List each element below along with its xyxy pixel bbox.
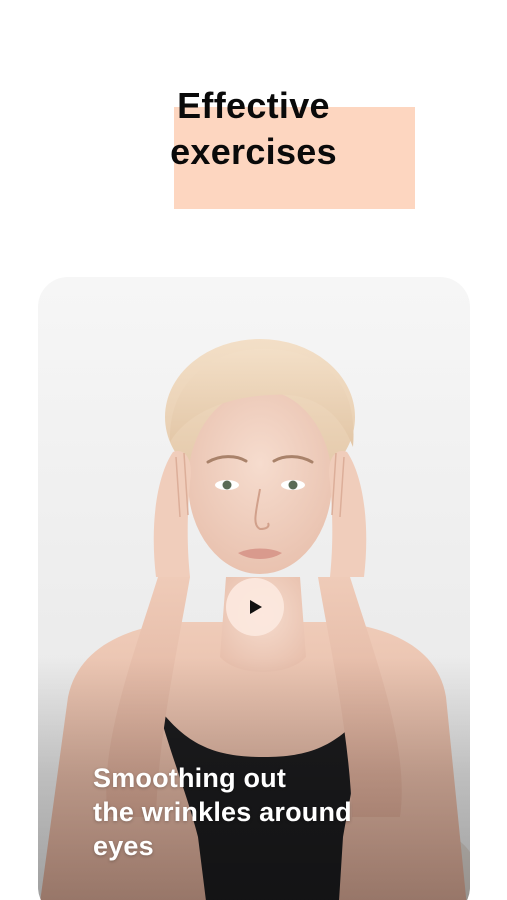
page-title-line-2: exercises [170,131,337,172]
page-title: Effective exercises [0,83,507,175]
play-button[interactable] [226,578,284,636]
play-icon [250,600,262,614]
screen: Effective exercises Smoothing out the wr… [0,0,507,900]
exercise-title-line-3: eyes [93,831,154,861]
exercise-title-line-1: Smoothing out [93,763,287,793]
page-title-line-1: Effective [177,85,330,126]
exercise-title: Smoothing out the wrinkles around eyes [93,761,423,863]
exercise-title-line-2: the wrinkles around [93,797,352,827]
exercise-video-card[interactable]: Smoothing out the wrinkles around eyes [38,277,470,900]
